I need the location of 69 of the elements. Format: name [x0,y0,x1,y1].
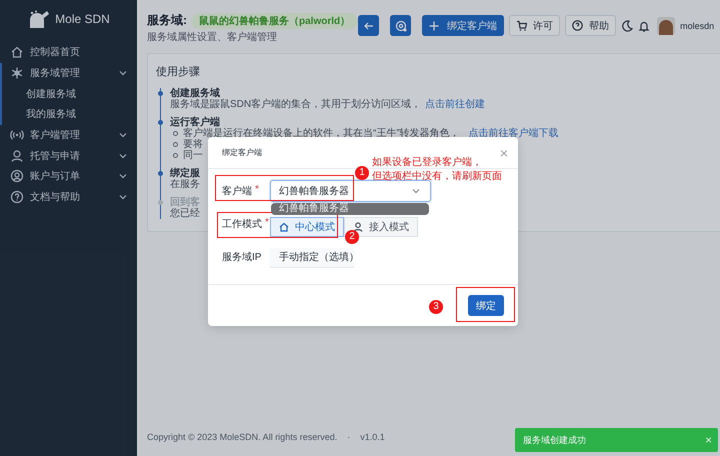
bind-client-button[interactable]: 绑定客户端 [422,15,504,36]
subtitle: 服务域属性设置、客户端管理 [147,30,278,44]
nav-item[interactable]: 控制器首页 [0,42,137,63]
settings-button[interactable] [390,15,412,36]
home-icon [10,45,24,60]
help-button[interactable]: 帮助 [565,15,616,36]
bell-icon[interactable] [638,20,650,32]
cart-icon [516,20,528,31]
domain-badge: 鼠鼠的幻兽帕鲁服务（palworld） [191,12,358,28]
user-circle-icon [10,169,24,184]
tooltip: 幻兽帕鲁服务器 [271,203,429,215]
snowflake-icon [10,66,24,80]
nav-item[interactable]: 托管与申请 [0,145,137,166]
bullet-text: 客户端是运行在终端设备上的软件，其在当“王牛”转发器角色， [183,128,460,139]
back-button[interactable] [358,15,380,36]
ip-input-field[interactable]: 手动指定（选填） [270,248,354,268]
nav-item[interactable]: 账户与订单 [0,166,137,187]
logo-icon [27,9,52,29]
link[interactable]: 点击前往客户端下载 [468,128,559,139]
nav-item[interactable]: 服务域管理 [0,62,137,84]
step-title: 回到客 [170,197,200,208]
bullet-text: 要将 [183,139,203,150]
bullet-icon [173,142,178,147]
home-icon [279,222,289,232]
step-description: 您已经 [170,208,200,219]
required-mark: * [265,217,269,230]
card-title: 使用步骤 [156,65,201,79]
step-title: 运行客户端 [170,117,220,128]
highlight-frame [456,287,515,322]
nav-subitem[interactable]: 我的服务域 [0,104,137,125]
nav-item[interactable]: 文档与帮助 [0,186,137,208]
bind-button[interactable]: 绑定 [468,295,504,316]
bullet-icon [173,153,178,158]
user-name[interactable]: molesdn [680,20,714,30]
dialog-title: 绑定客户端 [222,147,262,158]
person-icon [353,222,363,232]
version-text: v1.0.1 [360,432,385,442]
arrow-icon [362,20,375,32]
logo-text: Mole SDN [55,12,110,26]
mode-option[interactable]: 中心模式 [270,217,344,237]
field-label: 工作模式 [222,218,262,231]
gear-icon [394,20,407,32]
step-title: 创建服务域 [170,88,220,99]
license-button[interactable]: 许可 [509,15,560,36]
field-label: 客户端 [222,184,252,198]
chevron-icon [412,188,420,194]
bullet-text: 同一 [183,150,203,161]
nav-item[interactable]: 客户端管理 [0,124,137,146]
question-icon [10,190,24,204]
bullet-icon [173,131,178,136]
field-label: 服务域IP [222,250,262,264]
separator: · [346,432,352,442]
person-icon [10,148,24,163]
annotation-text: 如果设备已登录客户端， [372,156,483,170]
client-select[interactable]: 幻兽帕鲁服务器 [270,180,431,202]
step-description: 在服务 [170,179,200,190]
toast-text: 服务域创建成功 [523,434,586,446]
required-mark: * [255,184,259,197]
signal-icon [10,128,24,142]
step-title: 绑定服 [170,168,200,179]
step-description: 服务域是鼹鼠SDN客户端的集合，其用于划分访问区域， [170,99,422,110]
avatar-icon[interactable] [657,16,676,34]
nav-subitem[interactable]: 创建服务域 [0,83,137,104]
plus-icon [429,20,440,30]
help-icon [572,20,584,31]
page-title: 服务域: [147,12,187,29]
copyright-text: Copyright © 2023 MoleSDN. All rights reserved. [147,432,338,442]
moon-icon[interactable] [621,20,634,32]
link[interactable]: 点击前往创建 [425,99,486,110]
